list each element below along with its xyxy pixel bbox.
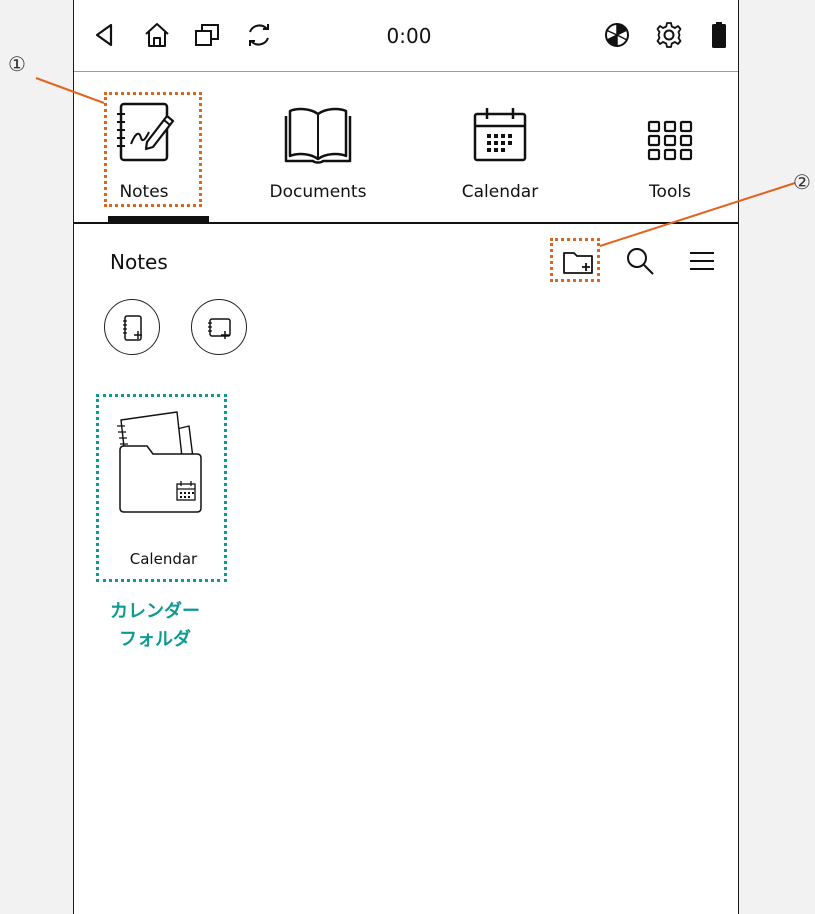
status-clock: 0:00 bbox=[386, 24, 432, 48]
new-note-from-template-button[interactable] bbox=[191, 299, 247, 355]
annotation-highlight-new-folder bbox=[550, 238, 600, 282]
annotation-marker-1: ① bbox=[8, 52, 26, 76]
menu-icon[interactable] bbox=[684, 243, 720, 279]
recent-apps-icon[interactable] bbox=[192, 20, 222, 50]
new-note-icon bbox=[123, 315, 142, 341]
status-bar: 0:00 bbox=[74, 0, 738, 72]
sync-icon[interactable] bbox=[244, 20, 274, 50]
page: 0:00 Notes Documents Calendar Tools Note… bbox=[0, 0, 815, 914]
grid-icon bbox=[635, 86, 705, 166]
nav-label-documents: Documents bbox=[269, 182, 367, 202]
nav-item-documents[interactable]: Documents bbox=[248, 72, 388, 224]
nav-label-calendar: Calendar bbox=[461, 182, 539, 202]
aperture-icon[interactable] bbox=[602, 20, 632, 50]
settings-gear-icon[interactable] bbox=[654, 20, 684, 50]
calendar-icon bbox=[465, 86, 535, 166]
annotation-highlight-notes-tab bbox=[104, 92, 202, 207]
nav-item-calendar[interactable]: Calendar bbox=[430, 72, 570, 224]
open-book-icon bbox=[283, 86, 353, 166]
new-note-button[interactable] bbox=[104, 299, 160, 355]
new-note-from-template-icon bbox=[208, 318, 231, 339]
page-title: Notes bbox=[110, 250, 168, 274]
annotation-marker-2: ② bbox=[793, 170, 811, 194]
nav-label-tools: Tools bbox=[649, 182, 691, 202]
back-triangle-icon[interactable] bbox=[90, 20, 120, 50]
annotation-highlight-calendar-folder bbox=[96, 394, 227, 582]
nav-selected-indicator bbox=[108, 216, 209, 222]
annotation-caption: カレンダー フォルダ bbox=[110, 601, 200, 650]
home-icon[interactable] bbox=[142, 20, 172, 50]
search-icon[interactable] bbox=[622, 243, 658, 279]
battery-icon bbox=[704, 20, 734, 50]
nav-item-tools[interactable]: Tools bbox=[600, 72, 740, 224]
